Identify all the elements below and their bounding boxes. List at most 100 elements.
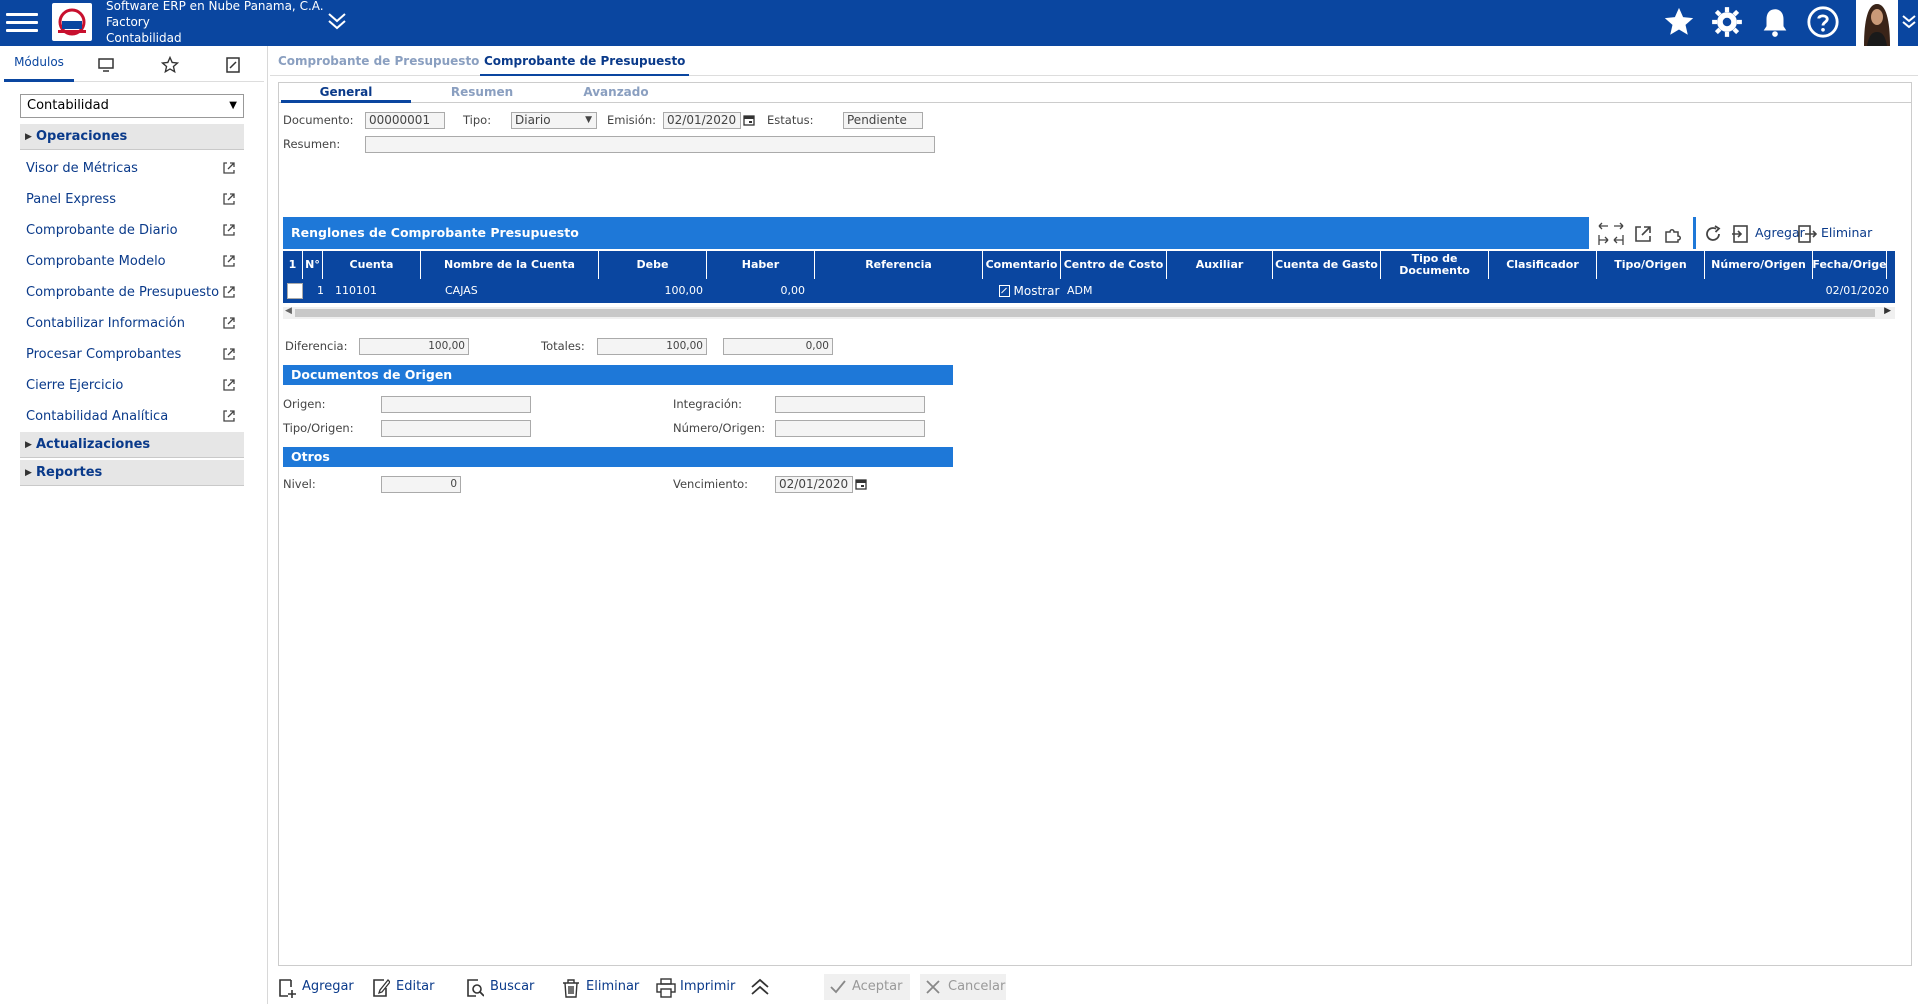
calendar-icon[interactable] [743,114,755,126]
menu-item[interactable]: Procesar Comprobantes [26,344,244,366]
scroll-right-icon[interactable]: ▶ [1884,306,1891,316]
grid-column-header[interactable]: Tipo/Origen [1597,251,1705,279]
integracion-field[interactable] [775,396,925,413]
scroll-thumb[interactable] [295,309,1875,317]
documento-field[interactable]: 00000001 [365,112,445,129]
external-link-icon[interactable] [222,378,236,392]
hamburger-menu-icon[interactable] [6,8,38,36]
grid-row[interactable]: 1 110101 CAJAS 100,00 0,00 Mostrar ADM 0… [283,279,1895,303]
refresh-icon[interactable] [1703,217,1727,249]
row-cuenta[interactable]: 110101 [335,279,377,303]
external-link-icon[interactable] [222,316,236,330]
external-link-icon[interactable] [222,285,236,299]
expand-columns-icon[interactable] [1597,217,1627,249]
tipo-origen-field[interactable] [381,420,531,437]
external-link-icon[interactable] [222,223,236,237]
grid-column-header[interactable]: Nombre de la Cuenta [421,251,599,279]
row-comentario[interactable]: Mostrar [999,279,1059,303]
tab-monitor[interactable] [74,50,138,82]
external-link-icon[interactable] [222,254,236,268]
vencimiento-field[interactable]: 02/01/2020 [775,476,853,493]
tab-notes[interactable] [202,50,264,82]
tab-general[interactable]: General [281,83,411,103]
grid-column-header[interactable]: Haber [707,251,815,279]
grid-column-header[interactable]: Centro de Costo [1061,251,1167,279]
agregar-button[interactable]: Agregar [278,974,354,1000]
grid-column-header[interactable]: Clasificador [1489,251,1597,279]
bell-icon[interactable] [1758,5,1792,39]
menu-item[interactable]: Contabilizar Información [26,313,244,335]
tipo-origen-label: Tipo/Origen: [283,421,354,435]
gear-icon[interactable] [1710,5,1744,39]
grid-delete-label: Eliminar [1821,225,1873,240]
chevron-double-up-icon[interactable] [750,974,770,1000]
star-icon[interactable] [1662,5,1696,39]
grid-column-header[interactable]: N° [303,251,323,279]
grid-column-header[interactable]: Auxiliar [1167,251,1273,279]
menu-item[interactable]: Panel Express [26,189,244,211]
module-select[interactable]: Contabilidad ▼ [20,94,244,118]
menu-item[interactable]: Contabilidad Analítica [26,406,244,428]
section-operaciones[interactable]: ▶ Operaciones [20,124,244,150]
nivel-field[interactable]: 0 [381,476,461,493]
remove-row-icon [1798,225,1817,243]
external-link-icon[interactable] [222,347,236,361]
tab-comprobante-presupuesto-1[interactable]: Comprobante de Presupuesto [278,52,479,76]
aceptar-button[interactable]: Aceptar [824,974,910,1000]
caret-right-icon: ▶ [25,440,32,450]
menu-item[interactable]: Cierre Ejercicio [26,375,244,397]
grid-column-header[interactable]: Cuenta de Gasto [1273,251,1381,279]
tab-avanzado[interactable]: Avanzado [551,83,681,103]
tipo-select[interactable]: Diario ▼ [511,112,597,129]
grid-column-header[interactable]: Fecha/Orige [1812,251,1887,279]
horizontal-scrollbar[interactable]: ◀ ▶ [283,306,1895,319]
grid-column-header[interactable]: Comentario [983,251,1061,279]
row-centro-costo[interactable]: ADM [1067,279,1093,303]
tab-favorites[interactable] [138,50,202,82]
menu-item[interactable]: Comprobante de Diario [26,220,244,242]
external-link-icon[interactable] [222,161,236,175]
tab-comprobante-presupuesto-2[interactable]: Comprobante de Presupuesto [480,52,690,76]
tab-resumen[interactable]: Resumen [417,83,547,103]
user-avatar[interactable] [1856,0,1898,46]
grid-column-header[interactable]: Referencia [815,251,983,279]
chevron-double-down-icon[interactable] [1900,12,1918,32]
totales-debe-field: 100,00 [597,338,707,355]
emision-field[interactable]: 02/01/2020 [663,112,741,129]
numero-origen-field[interactable] [775,420,925,437]
row-haber[interactable]: 0,00 [713,279,806,303]
chevron-double-down-icon[interactable] [326,10,348,32]
buscar-button[interactable]: Buscar [466,974,534,1000]
grid-column-header[interactable]: Tipo de Documento [1381,251,1489,279]
cancelar-button[interactable]: Cancelar [920,974,1006,1000]
row-fecha-origen[interactable]: 02/01/2020 [1823,279,1889,303]
menu-item[interactable]: Comprobante de Presupuesto [26,282,244,304]
row-debe[interactable]: 100,00 [623,279,704,303]
grid-column-header[interactable]: Cuenta [323,251,421,279]
puzzle-icon[interactable] [1663,217,1687,249]
row-nombre[interactable]: CAJAS [445,279,478,303]
grid-column-header[interactable]: 1 [283,251,303,279]
section-actualizaciones[interactable]: ▶ Actualizaciones [20,432,244,458]
calendar-icon[interactable] [855,478,867,490]
origen-field[interactable] [381,396,531,413]
editar-button[interactable]: Editar [372,974,435,1000]
grid-column-header[interactable]: Número/Origen [1705,251,1813,279]
grid-delete-button[interactable]: Eliminar [1797,217,1893,249]
external-link-icon[interactable] [1633,217,1657,249]
row-checkbox[interactable] [287,283,303,299]
menu-item[interactable]: Visor de Métricas [26,158,244,180]
tab-modulos[interactable]: Módulos [4,50,74,82]
grid-column-header[interactable]: Debe [599,251,707,279]
menu-item[interactable]: Comprobante Modelo [26,251,244,273]
external-link-icon[interactable] [222,192,236,206]
eliminar-button[interactable]: Eliminar [562,974,639,1000]
menu-item-label: Visor de Métricas [26,161,138,176]
scroll-left-icon[interactable]: ◀ [285,306,292,316]
external-link-icon[interactable] [222,409,236,423]
imprimir-button[interactable]: Imprimir [656,974,735,1000]
section-reportes[interactable]: ▶ Reportes [20,460,244,486]
resumen-field[interactable] [365,136,935,153]
menu-item-label: Cierre Ejercicio [26,378,124,393]
help-icon[interactable] [1806,5,1840,39]
